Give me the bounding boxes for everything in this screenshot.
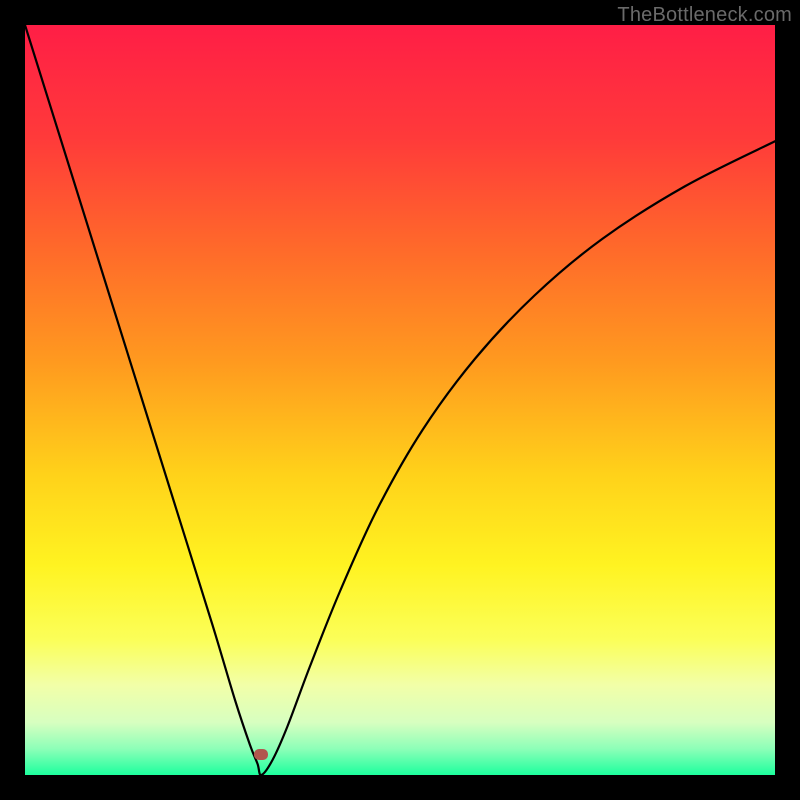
watermark-text: TheBottleneck.com bbox=[617, 4, 792, 27]
bottleneck-curve bbox=[25, 25, 775, 775]
minimum-marker-icon bbox=[254, 749, 268, 760]
plot-area bbox=[25, 25, 775, 775]
chart-frame: TheBottleneck.com bbox=[0, 0, 800, 800]
